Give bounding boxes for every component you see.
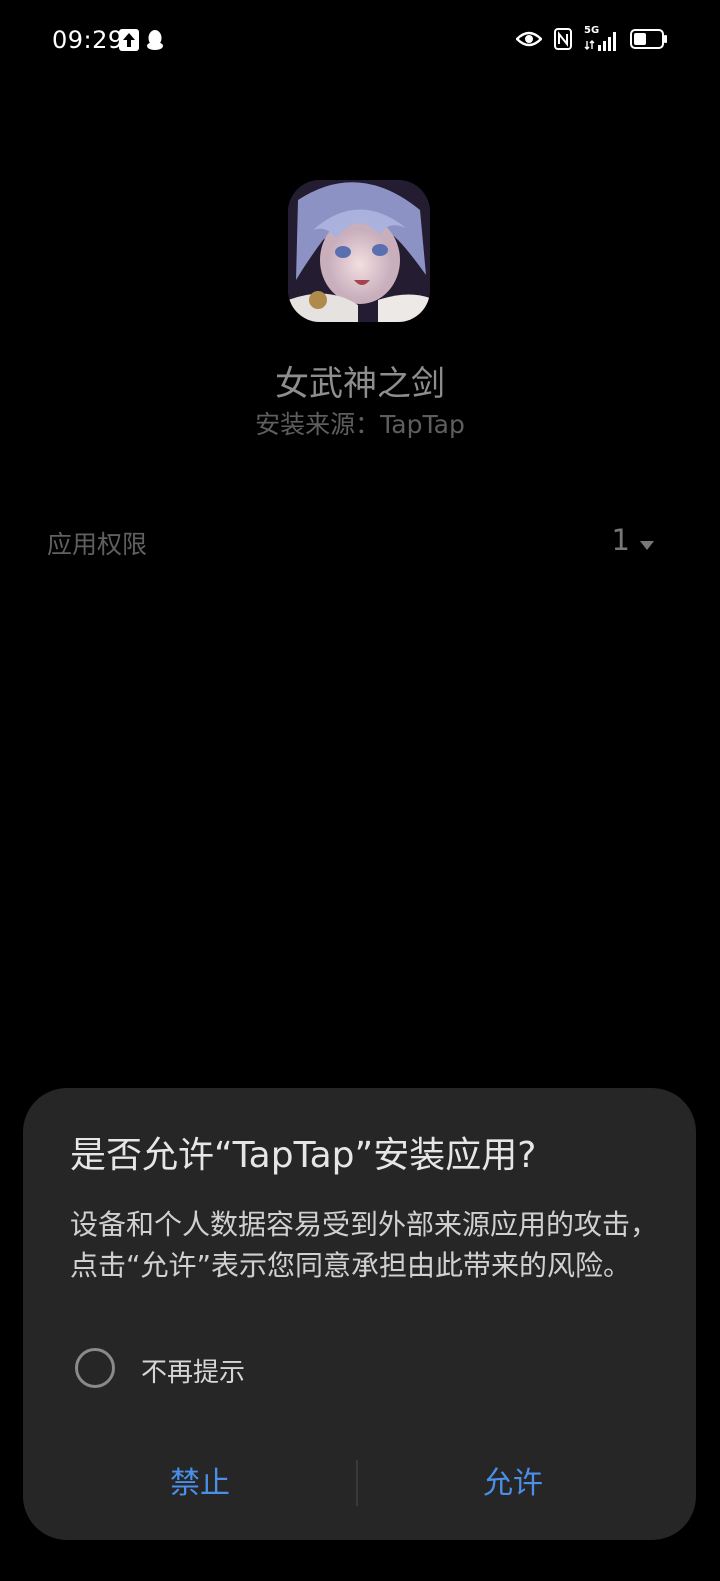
permissions-row[interactable]: 应用权限 1 <box>47 523 654 565</box>
dialog-message: 设备和个人数据容易受到外部来源应用的攻击，点击“允许”表示您同意承担由此带来的风… <box>70 1208 659 1282</box>
app-icon <box>288 180 430 322</box>
dialog-title: 是否允许“TapTap”安装应用? <box>70 1135 537 1176</box>
checkbox-label: 不再提示 <box>141 1358 246 1388</box>
deny-button[interactable]: 禁止 <box>50 1448 350 1520</box>
qq-penguin-icon <box>146 29 164 55</box>
allow-button[interactable]: 允许 <box>363 1448 663 1520</box>
battery-icon <box>630 28 668 54</box>
upload-icon <box>119 29 139 55</box>
status-bar: 09:29 5G <box>0 0 720 84</box>
dont-ask-again-checkbox[interactable]: 不再提示 <box>75 1348 375 1388</box>
permissions-label: 应用权限 <box>47 530 148 559</box>
caret-down-icon[interactable] <box>640 536 654 555</box>
install-permission-dialog: 是否允许“TapTap”安装应用? 设备和个人数据容易受到外部来源应用的攻击，点… <box>23 1088 696 1540</box>
nfc-icon <box>554 28 572 54</box>
5g-signal-icon: 5G <box>584 25 618 53</box>
permissions-count: 1 <box>611 523 630 557</box>
button-divider <box>356 1460 358 1506</box>
eye-icon <box>515 30 543 52</box>
radio-circle-icon[interactable] <box>75 1348 115 1388</box>
install-source: 安装来源：TapTap <box>255 410 465 439</box>
status-time: 09:29 <box>52 26 124 54</box>
app-name: 女武神之剑 <box>275 364 445 404</box>
